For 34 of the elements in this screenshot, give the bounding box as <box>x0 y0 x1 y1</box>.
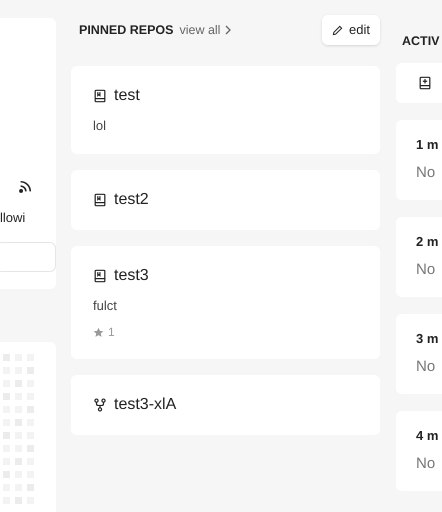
repo-description: lol <box>93 117 108 135</box>
repo-name: test3 <box>114 266 149 286</box>
activity-text: No <box>416 260 436 280</box>
activity-period: 3 m <box>416 330 440 348</box>
repo-name: test <box>114 86 140 106</box>
profile-button[interactable] <box>0 242 56 272</box>
activity-text: No <box>416 454 436 474</box>
star-count: 1 <box>108 324 115 341</box>
book-icon <box>93 192 107 206</box>
rss-icon <box>18 180 32 194</box>
activity-text: No <box>416 357 436 378</box>
edit-button[interactable]: edit <box>322 15 380 45</box>
repo-card[interactable]: test3 fulct 1 <box>71 246 380 359</box>
book-icon <box>93 89 107 103</box>
repo-card[interactable]: test3-xlA <box>71 375 380 435</box>
section-title: ACTIV <box>402 33 440 50</box>
repo-name: test2 <box>114 190 149 210</box>
chevron-right-icon <box>224 25 232 35</box>
book-plus-icon <box>418 76 432 90</box>
repo-name: test3-xlA <box>114 395 176 415</box>
star-icon <box>93 326 104 338</box>
following-label: llowi <box>0 209 26 227</box>
activity-period: 4 m <box>416 426 440 445</box>
fork-icon <box>93 398 107 412</box>
repo-card[interactable]: test2 <box>71 170 380 230</box>
repo-description: fulct <box>93 296 118 314</box>
repo-card[interactable]: test lol <box>71 66 380 154</box>
pencil-icon <box>332 24 344 36</box>
view-all-link[interactable]: view all <box>179 20 232 40</box>
activity-period: 2 m <box>416 232 440 251</box>
activity-text: No <box>416 163 436 184</box>
activity-period: 1 m <box>416 136 440 154</box>
section-title: PINNED REPOS <box>79 22 174 39</box>
book-icon <box>93 268 107 282</box>
